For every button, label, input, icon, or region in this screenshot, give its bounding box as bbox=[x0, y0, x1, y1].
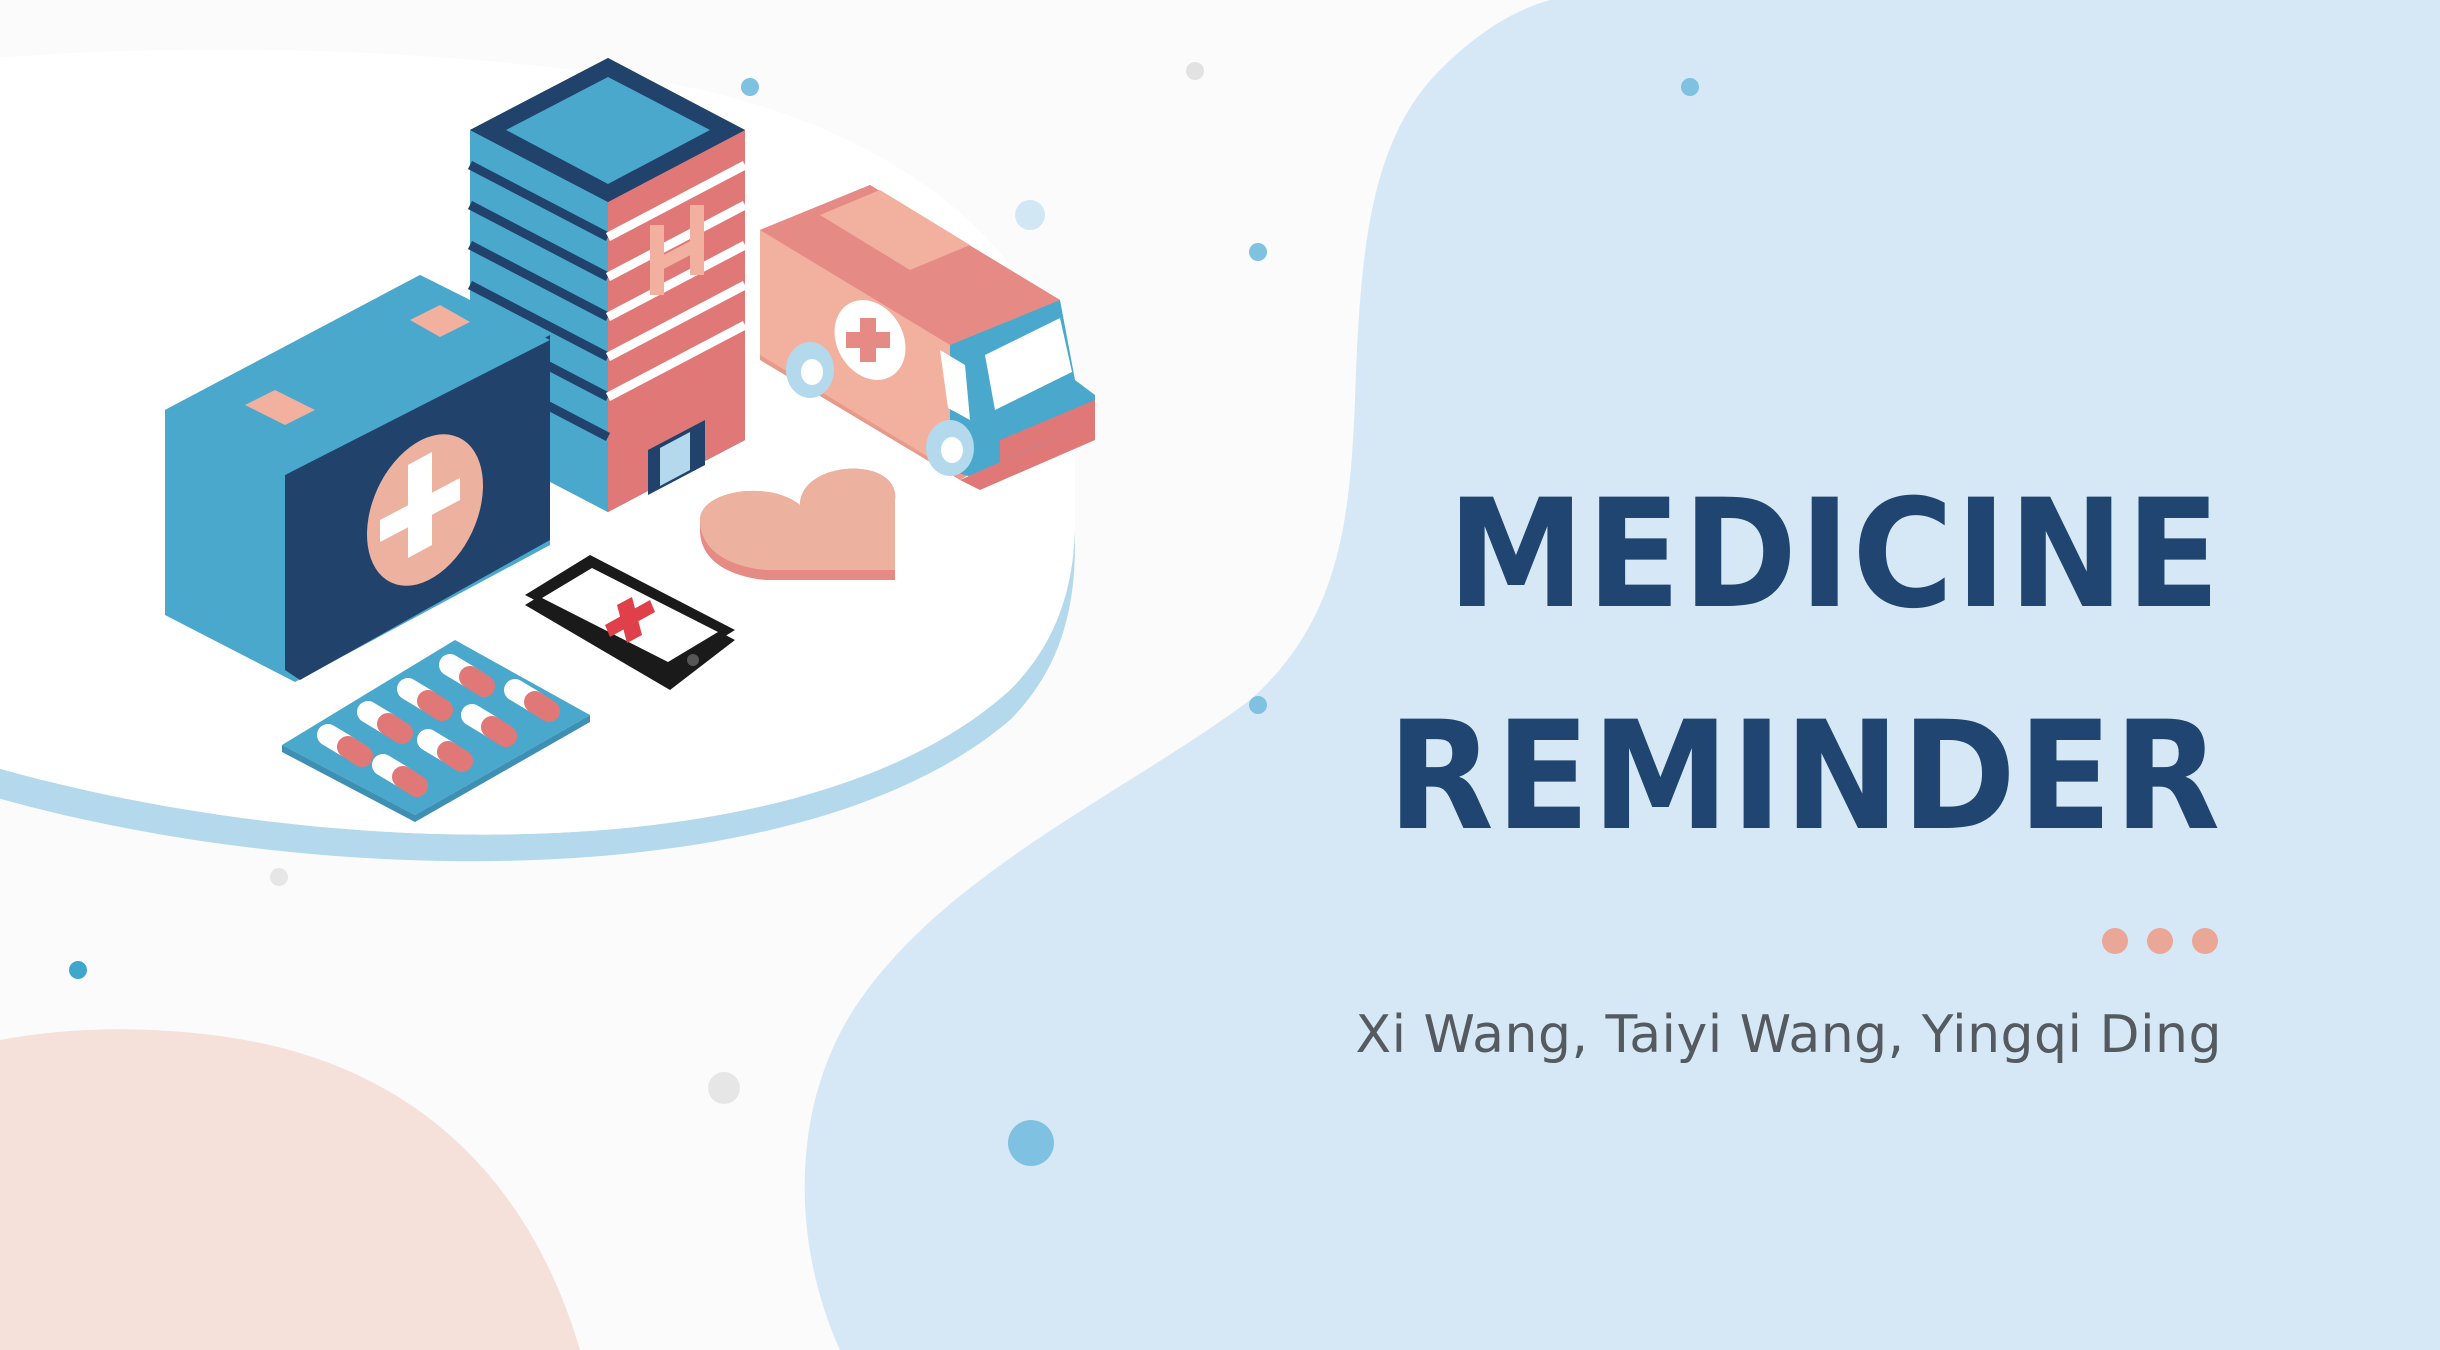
accent-dot bbox=[2102, 928, 2128, 954]
accent-dots bbox=[2102, 928, 2218, 954]
accent-dot bbox=[2192, 928, 2218, 954]
background-illustration bbox=[0, 0, 2440, 1350]
title-line-medicine: MEDICINE bbox=[1447, 468, 2222, 642]
author-names: Xi Wang, Taiyi Wang, Yingqi Ding bbox=[1355, 1005, 2222, 1065]
pink-background-blob bbox=[0, 1029, 580, 1350]
title-line-reminder: REMINDER bbox=[1387, 690, 2222, 864]
accent-dot bbox=[2147, 928, 2173, 954]
